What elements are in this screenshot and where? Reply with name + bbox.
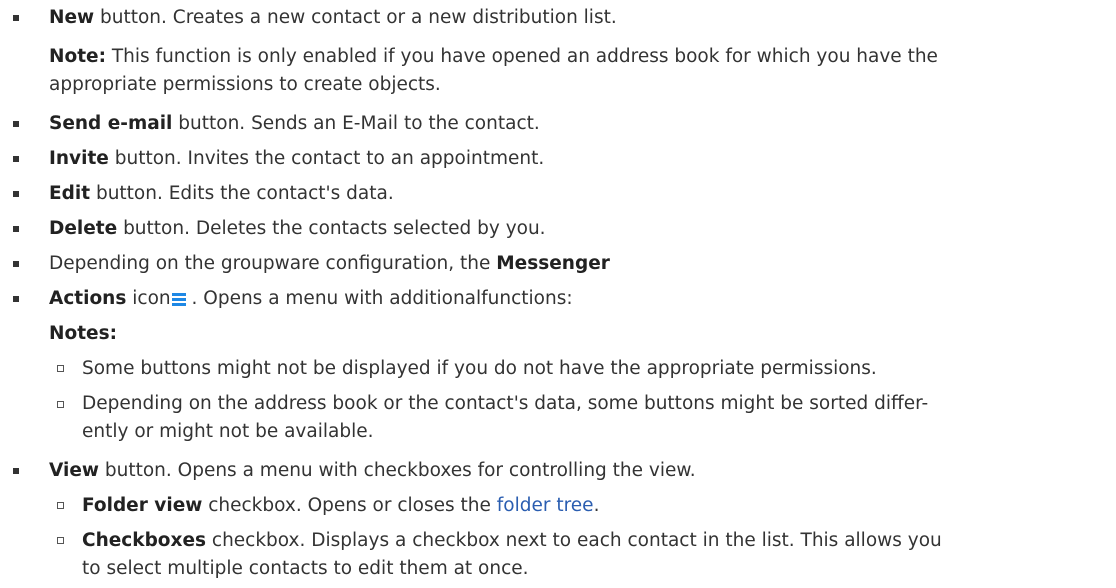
item-description: button. Deletes the contacts selected by… xyxy=(117,218,546,239)
item-term: Delete xyxy=(49,218,118,239)
note-item: Some buttons might not be displayed if y… xyxy=(82,358,877,380)
bullet xyxy=(13,261,19,267)
notes-title-line: Notes: xyxy=(49,323,117,345)
item-line: Actions icon . Opens a menu with additio… xyxy=(49,288,573,310)
note-text: This function is only enabled if you hav… xyxy=(105,46,938,67)
bullet xyxy=(13,121,19,127)
sub-item-folder-view: Folder view checkbox. Opens or closes th… xyxy=(82,495,599,517)
item-term: Edit xyxy=(49,183,91,204)
sub-item-checkboxes: Checkboxes checkbox. Displays a checkbox… xyxy=(82,530,942,552)
item-line: Delete button. Deletes the contacts sele… xyxy=(49,218,546,240)
note-label: Note: xyxy=(49,46,106,67)
note-item-text: Some buttons might not be displayed if y… xyxy=(82,358,877,379)
item-term: Messenger xyxy=(496,253,610,274)
item-description: button. Sends an E-Mail to the contact. xyxy=(172,113,540,134)
item-description: icon xyxy=(126,288,171,309)
sub-bullet xyxy=(57,537,64,544)
note-line-continued: appropriate permissions to create object… xyxy=(49,74,441,96)
sub-item-checkboxes-continued: to select multiple contacts to edit them… xyxy=(82,558,529,580)
note-item-text: Depending on the address book or the con… xyxy=(82,393,929,414)
note-text-continued: appropriate permissions to create object… xyxy=(49,74,441,95)
item-line: Edit button. Edits the contact's data. xyxy=(49,183,394,205)
sub-item-term: Checkboxes xyxy=(82,530,207,551)
item-description: Depending on the groupware configuration… xyxy=(49,253,497,274)
notes-title: Notes: xyxy=(49,323,117,344)
note-item: Depending on the address book or the con… xyxy=(82,393,928,415)
sub-item-description: checkbox. Opens or closes the xyxy=(202,495,497,516)
note-line: Note: This function is only enabled if y… xyxy=(49,46,938,68)
item-description-continued: . Opens a menu with additionalfunctions: xyxy=(185,288,573,309)
sub-bullet xyxy=(57,401,64,408)
item-description: button. Invites the contact to an appoin… xyxy=(108,148,545,169)
sub-bullet xyxy=(57,365,64,372)
hamburger-menu-icon xyxy=(171,292,186,306)
folder-tree-link[interactable]: folder tree xyxy=(497,495,594,516)
document-page: New button. Creates a new contact or a n… xyxy=(0,0,1116,588)
sub-item-punctuation: . xyxy=(593,495,600,516)
item-line: Send e-mail button. Sends an E-Mail to t… xyxy=(49,113,540,135)
item-term: Invite xyxy=(49,148,109,169)
item-term: Actions xyxy=(49,288,127,309)
bullet xyxy=(13,15,19,21)
item-description: button. Opens a menu with checkboxes for… xyxy=(98,460,696,481)
item-term: New xyxy=(49,7,95,28)
item-line: View button. Opens a menu with checkboxe… xyxy=(49,460,696,482)
item-line: New button. Creates a new contact or a n… xyxy=(49,7,617,29)
sub-bullet xyxy=(57,502,64,509)
bullet xyxy=(13,226,19,232)
item-line: Invite button. Invites the contact to an… xyxy=(49,148,544,170)
bullet xyxy=(13,468,19,474)
item-term: View xyxy=(49,460,99,481)
note-item-continued: ently or might not be available. xyxy=(82,421,373,443)
sub-item-description: checkbox. Displays a checkbox next to ea… xyxy=(206,530,942,551)
note-item-text-continued: ently or might not be available. xyxy=(82,421,374,442)
item-description: button. Edits the contact's data. xyxy=(90,183,394,204)
item-line: Depending on the groupware configuration… xyxy=(49,253,610,275)
sub-item-term: Folder view xyxy=(82,495,203,516)
bullet xyxy=(13,296,19,302)
sub-item-description-continued: to select multiple contacts to edit them… xyxy=(82,558,529,579)
item-term: Send e-mail xyxy=(49,113,173,134)
item-description: button. Creates a new contact or a new d… xyxy=(94,7,617,28)
bullet xyxy=(13,156,19,162)
bullet xyxy=(13,191,19,197)
